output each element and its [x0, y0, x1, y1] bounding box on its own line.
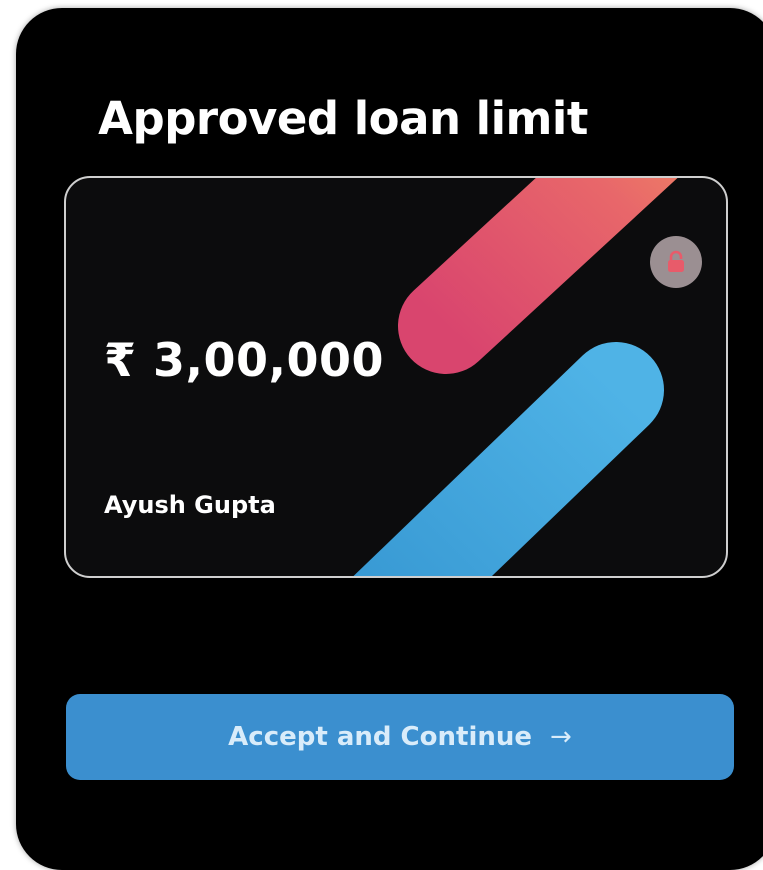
- card-holder-name: Ayush Gupta: [104, 491, 276, 519]
- page-title: Approved loan limit: [98, 92, 588, 145]
- loan-amount: ₹ 3,00,000: [104, 333, 385, 387]
- arrow-right-icon: →: [550, 722, 572, 752]
- loan-card: ₹ 3,00,000 Ayush Gupta: [64, 176, 728, 578]
- lock-icon: [650, 236, 702, 288]
- accept-button-label: Accept and Continue: [228, 722, 533, 752]
- blue-stripe: [353, 342, 664, 576]
- accept-and-continue-button[interactable]: Accept and Continue →: [66, 694, 734, 780]
- dialog-container: Approved loan limit ₹ 3,00,000 Ayush Gup…: [16, 8, 763, 870]
